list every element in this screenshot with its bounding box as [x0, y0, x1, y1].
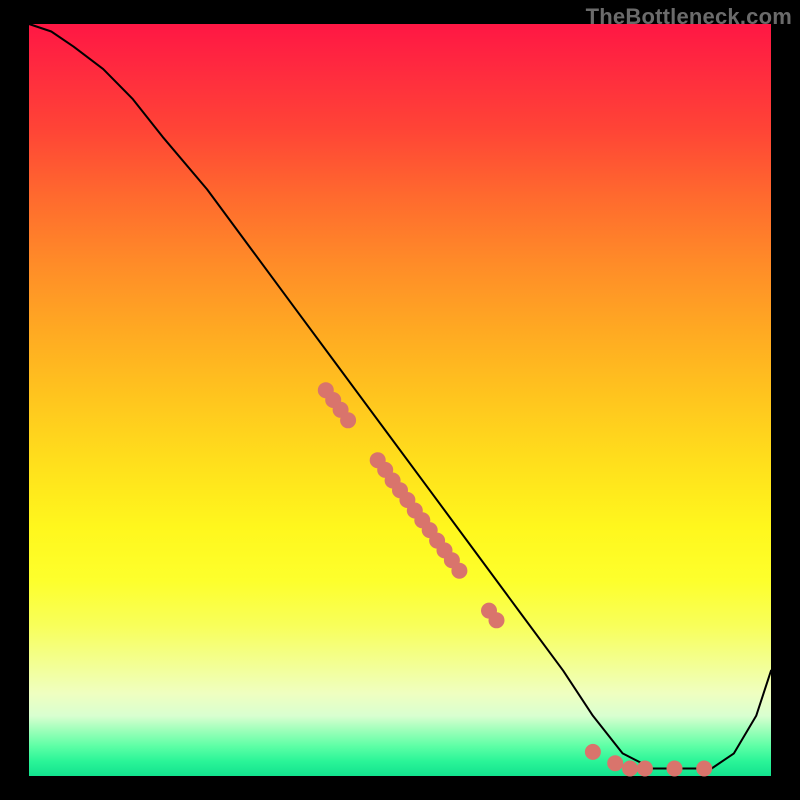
chart-marker — [340, 412, 356, 428]
chart-marker — [622, 761, 638, 777]
chart-markers — [318, 382, 712, 776]
chart-overlay — [29, 24, 771, 776]
chart-marker — [489, 612, 505, 628]
chart-marker — [637, 761, 653, 777]
chart-curve — [29, 24, 771, 769]
chart-marker — [696, 761, 712, 777]
chart-marker — [585, 744, 601, 760]
chart-marker — [451, 563, 467, 579]
chart-marker — [667, 761, 683, 777]
chart-marker — [607, 755, 623, 771]
